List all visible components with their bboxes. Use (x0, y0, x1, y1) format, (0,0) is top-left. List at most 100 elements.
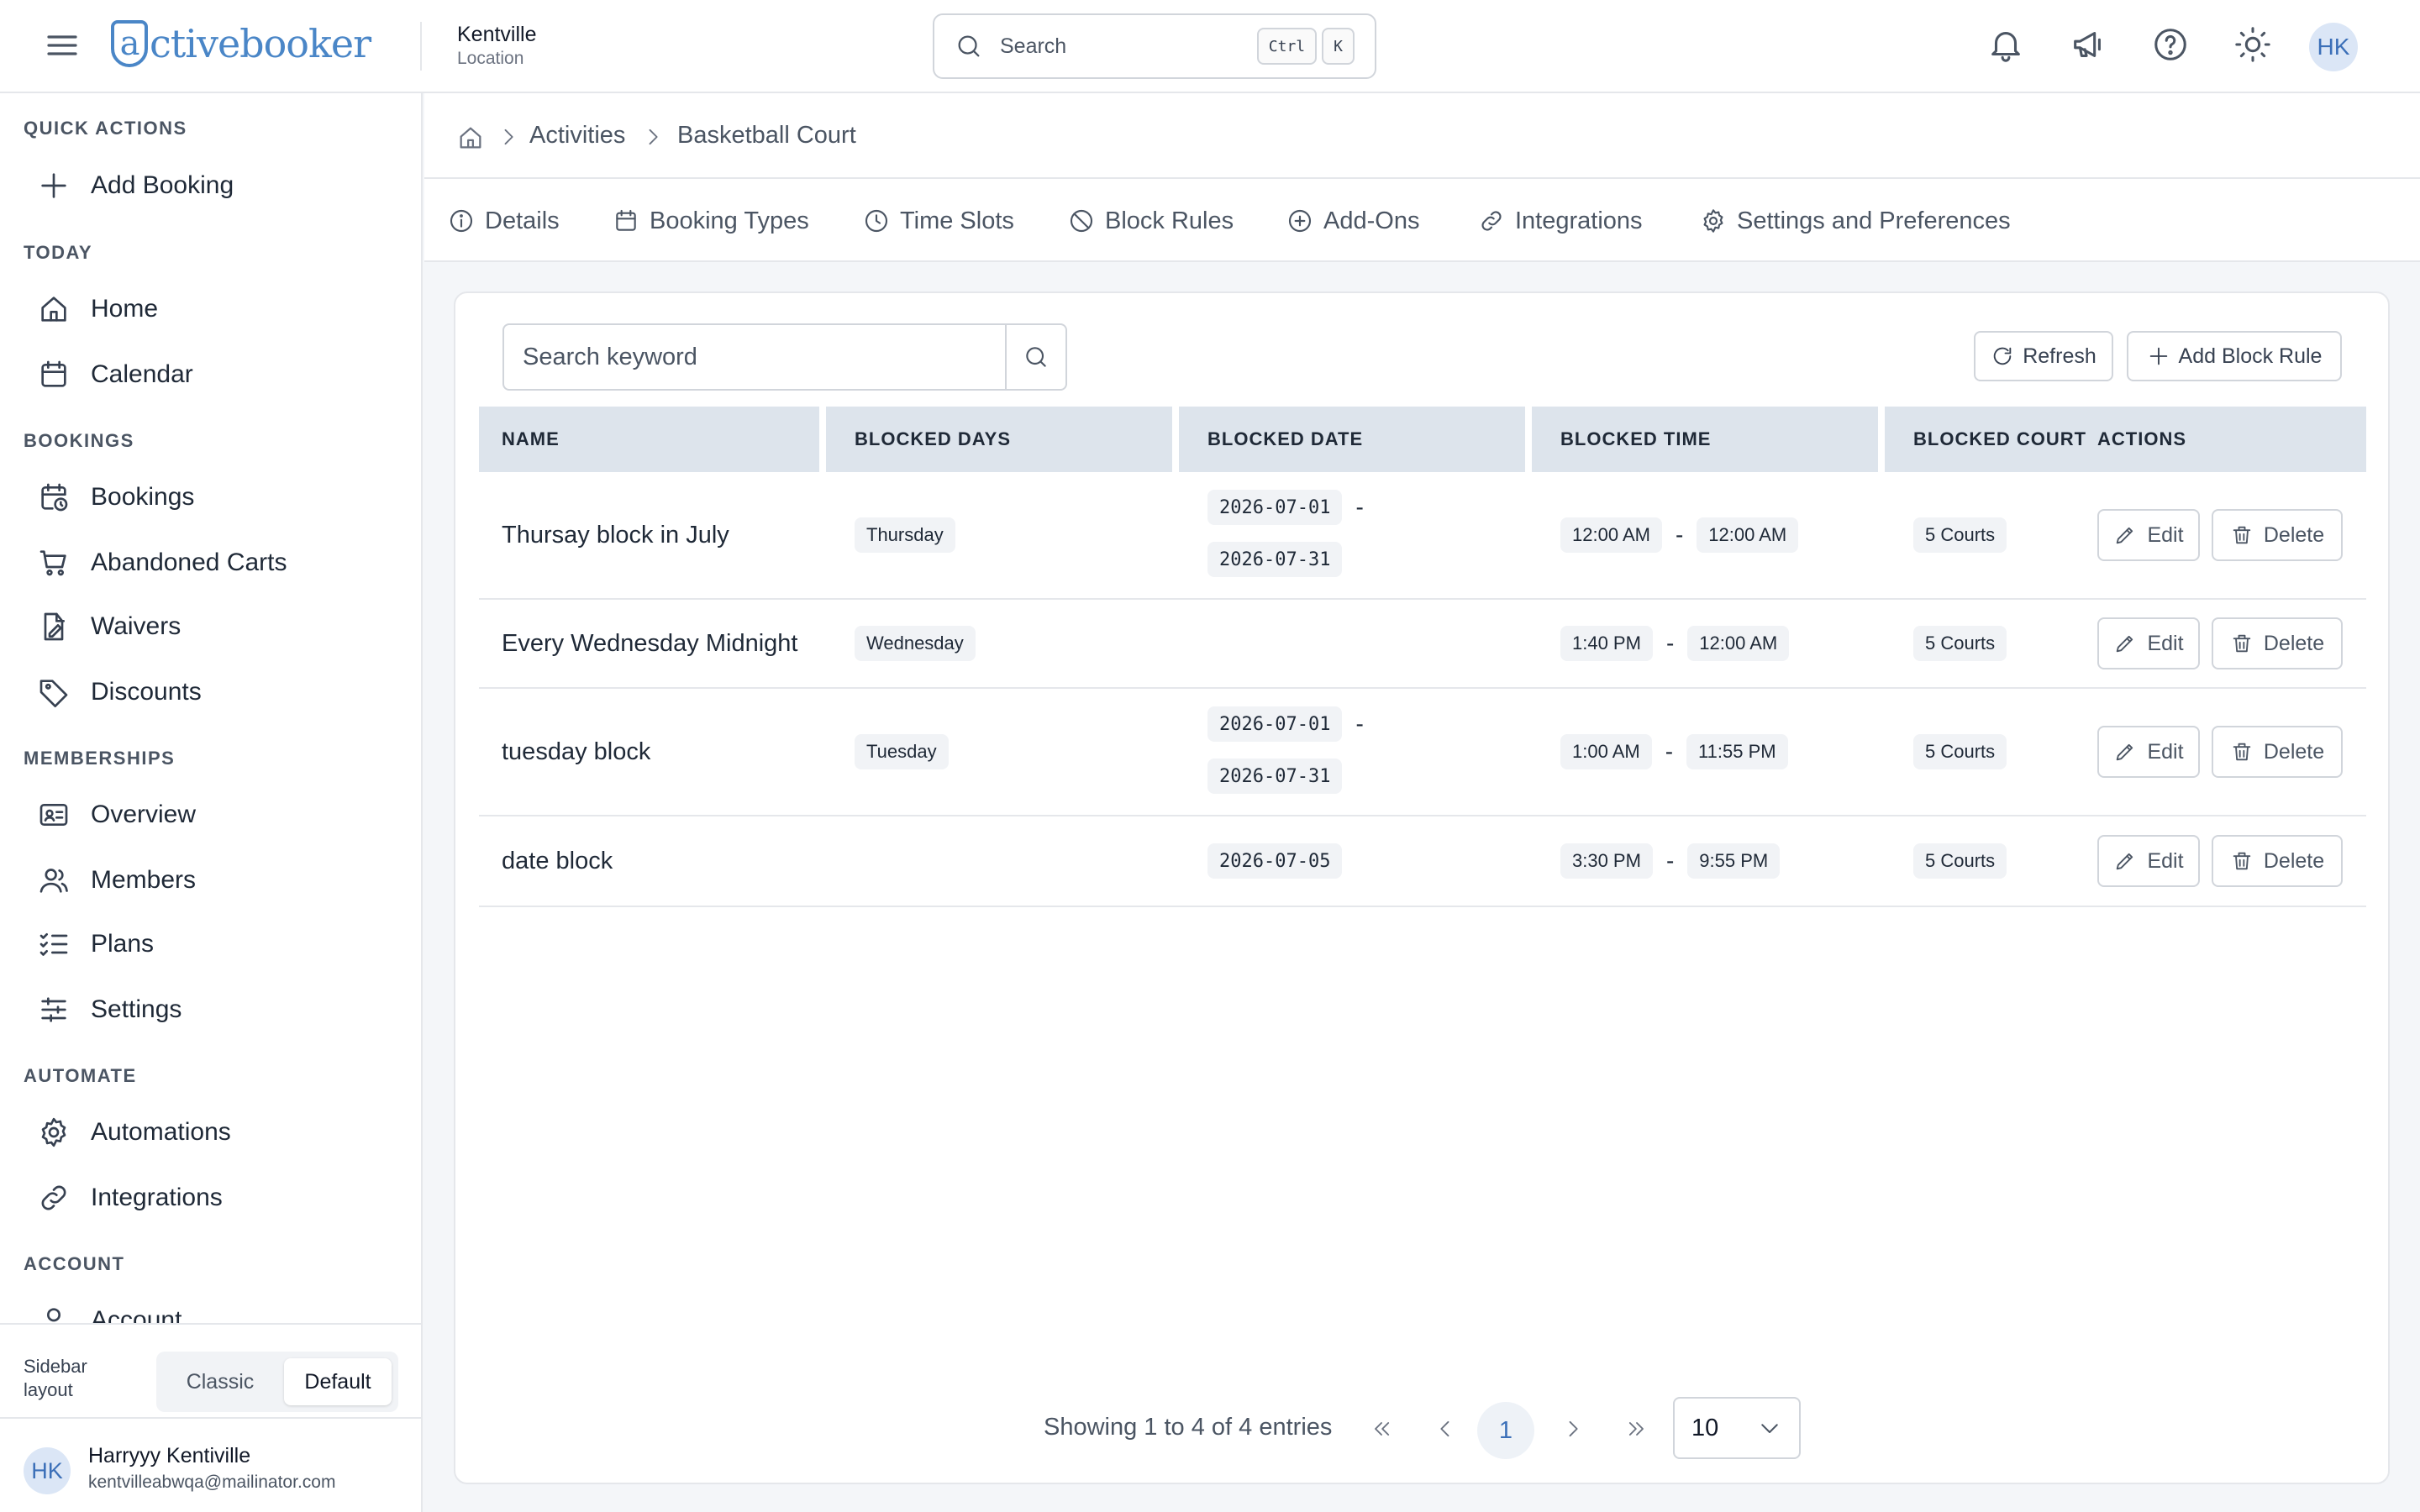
last-page-icon[interactable] (1617, 1409, 1657, 1449)
sidebar-item-waivers[interactable]: Waivers (24, 600, 393, 654)
table-row: Thursay block in July Thursday 2026-07-0… (479, 472, 2366, 600)
help-icon[interactable] (2151, 25, 2190, 64)
search-button[interactable] (1005, 325, 1065, 389)
sidebar-item-label: Plans (91, 930, 155, 958)
separator: - (1355, 494, 1364, 520)
clock-icon (863, 207, 890, 234)
breadcrumb-activities[interactable]: Activities (529, 122, 625, 150)
logo[interactable]: a ctivebooker (111, 12, 371, 76)
tab-integrations[interactable]: Integrations (1478, 202, 1643, 239)
sidebar-item-calendar[interactable]: Calendar (24, 348, 393, 402)
edit-button[interactable]: Edit (2097, 509, 2200, 561)
logo-text: ctivebooker (150, 21, 371, 66)
rule-name: tuesday block (502, 738, 651, 765)
sidebar-item-settings[interactable]: Settings (24, 983, 393, 1037)
megaphone-icon[interactable] (2069, 25, 2107, 64)
table-row: date block 2026-07-05 3:30 PM -9:55 PM 5 … (479, 816, 2366, 907)
separator: - (1665, 738, 1674, 764)
sun-icon[interactable] (2233, 25, 2272, 64)
pencil-icon (2113, 849, 2137, 873)
bell-icon[interactable] (1986, 25, 2025, 64)
delete-button[interactable]: Delete (2212, 509, 2343, 561)
sidebar-item-bookings[interactable]: Bookings (24, 470, 393, 524)
column-divider (1878, 407, 1885, 472)
sidebar-item-members[interactable]: Members (24, 853, 393, 907)
rule-name: Every Wednesday Midnight (502, 629, 798, 657)
search-input[interactable] (504, 325, 1005, 389)
sidebar-item-label: Bookings (91, 483, 195, 511)
menu-icon[interactable] (42, 25, 82, 66)
separator: - (1665, 630, 1675, 656)
first-page-icon[interactable] (1361, 1409, 1402, 1449)
refresh-icon (1991, 344, 2014, 368)
blocked-day: Wednesday (855, 626, 976, 661)
edit-button[interactable]: Edit (2097, 835, 2200, 887)
home-icon (37, 292, 71, 326)
pagination: Showing 1 to 4 of 4 entries 1 10 (455, 1395, 2391, 1462)
separator: - (1355, 711, 1364, 737)
column-header: BLOCKED TIME (1560, 428, 1712, 449)
section-title: MEMBERSHIPS (24, 748, 176, 769)
layout-toggle: Classic Default (156, 1352, 398, 1412)
sidebar-item-integrations[interactable]: Integrations (24, 1171, 393, 1225)
layout-option-default[interactable]: Default (284, 1358, 392, 1405)
sidebar-item-abandoned-carts[interactable]: Abandoned Carts (24, 536, 393, 590)
edit-label: Edit (2147, 848, 2184, 873)
calendar-icon (613, 207, 639, 234)
delete-button[interactable]: Delete (2212, 726, 2343, 778)
sidebar-item-plans[interactable]: Plans (24, 917, 393, 971)
plus-icon (37, 169, 71, 202)
next-page-icon[interactable] (1553, 1409, 1593, 1449)
home-icon[interactable] (456, 123, 485, 152)
tab-block-rules[interactable]: Block Rules (1068, 202, 1234, 239)
sidebar-item-label: Home (91, 295, 159, 323)
column-header: BLOCKED DAYS (855, 428, 1011, 449)
layout-option-classic[interactable]: Classic (163, 1358, 277, 1405)
tab-add-ons[interactable]: Add-Ons (1286, 202, 1419, 239)
tab-settings-preferences[interactable]: Settings and Preferences (1700, 202, 2011, 239)
page-size-select[interactable]: 10 (1673, 1397, 1801, 1459)
delete-button[interactable]: Delete (2212, 617, 2343, 669)
tab-label: Block Rules (1105, 207, 1234, 234)
tab-booking-types[interactable]: Booking Types (613, 202, 809, 239)
chevron-right-icon (641, 125, 665, 149)
location-label: Location (457, 49, 524, 68)
tab-label: Booking Types (650, 207, 809, 234)
blocked-day: Thursday (855, 517, 955, 553)
tab-details[interactable]: Details (448, 202, 560, 239)
avatar[interactable]: HK (2309, 23, 2358, 71)
global-search[interactable]: Search Ctrl K (933, 13, 1376, 79)
add-block-rule-label: Add Block Rule (2178, 344, 2323, 368)
breadcrumb: Activities Basketball Court (424, 93, 2420, 179)
prev-page-icon[interactable] (1425, 1409, 1465, 1449)
sidebar-layout-switcher: Sidebar layout Classic Default (0, 1323, 421, 1417)
sidebar-item-add-booking[interactable]: Add Booking (24, 159, 393, 213)
edit-button[interactable]: Edit (2097, 726, 2200, 778)
add-block-rule-button[interactable]: Add Block Rule (2127, 331, 2342, 381)
user-email: kentvilleabwqa@mailinator.com (88, 1473, 336, 1492)
location-name[interactable]: Kentville (457, 23, 537, 47)
tab-time-slots[interactable]: Time Slots (863, 202, 1014, 239)
link-icon (37, 1181, 71, 1215)
refresh-button[interactable]: Refresh (1974, 331, 2113, 381)
sidebar-item-home[interactable]: Home (24, 282, 393, 336)
sidebar-item-label: Add Booking (91, 171, 234, 199)
column-divider (1525, 407, 1532, 472)
sidebar-item-label: Automations (91, 1118, 231, 1146)
edit-button[interactable]: Edit (2097, 617, 2200, 669)
blocked-court: 5 Courts (1913, 843, 2007, 879)
user-profile[interactable]: HK Harryyy Kentiville kentvilleabwqa@mai… (0, 1417, 421, 1512)
sidebar-item-label: Waivers (91, 612, 182, 640)
column-header: ACTIONS (2097, 428, 2186, 449)
delete-button[interactable]: Delete (2212, 835, 2343, 887)
sidebar-item-overview[interactable]: Overview (24, 788, 393, 842)
calendar-clock-icon (37, 480, 71, 514)
sidebar-item-discounts[interactable]: Discounts (24, 665, 393, 719)
column-divider (819, 407, 826, 472)
tag-icon (37, 675, 71, 709)
sidebar-item-label: Calendar (91, 360, 193, 388)
section-title: BOOKINGS (24, 430, 134, 451)
page-button-current[interactable]: 1 (1477, 1402, 1534, 1459)
sidebar-item-automations[interactable]: Automations (24, 1105, 393, 1159)
link-icon (1478, 207, 1505, 234)
